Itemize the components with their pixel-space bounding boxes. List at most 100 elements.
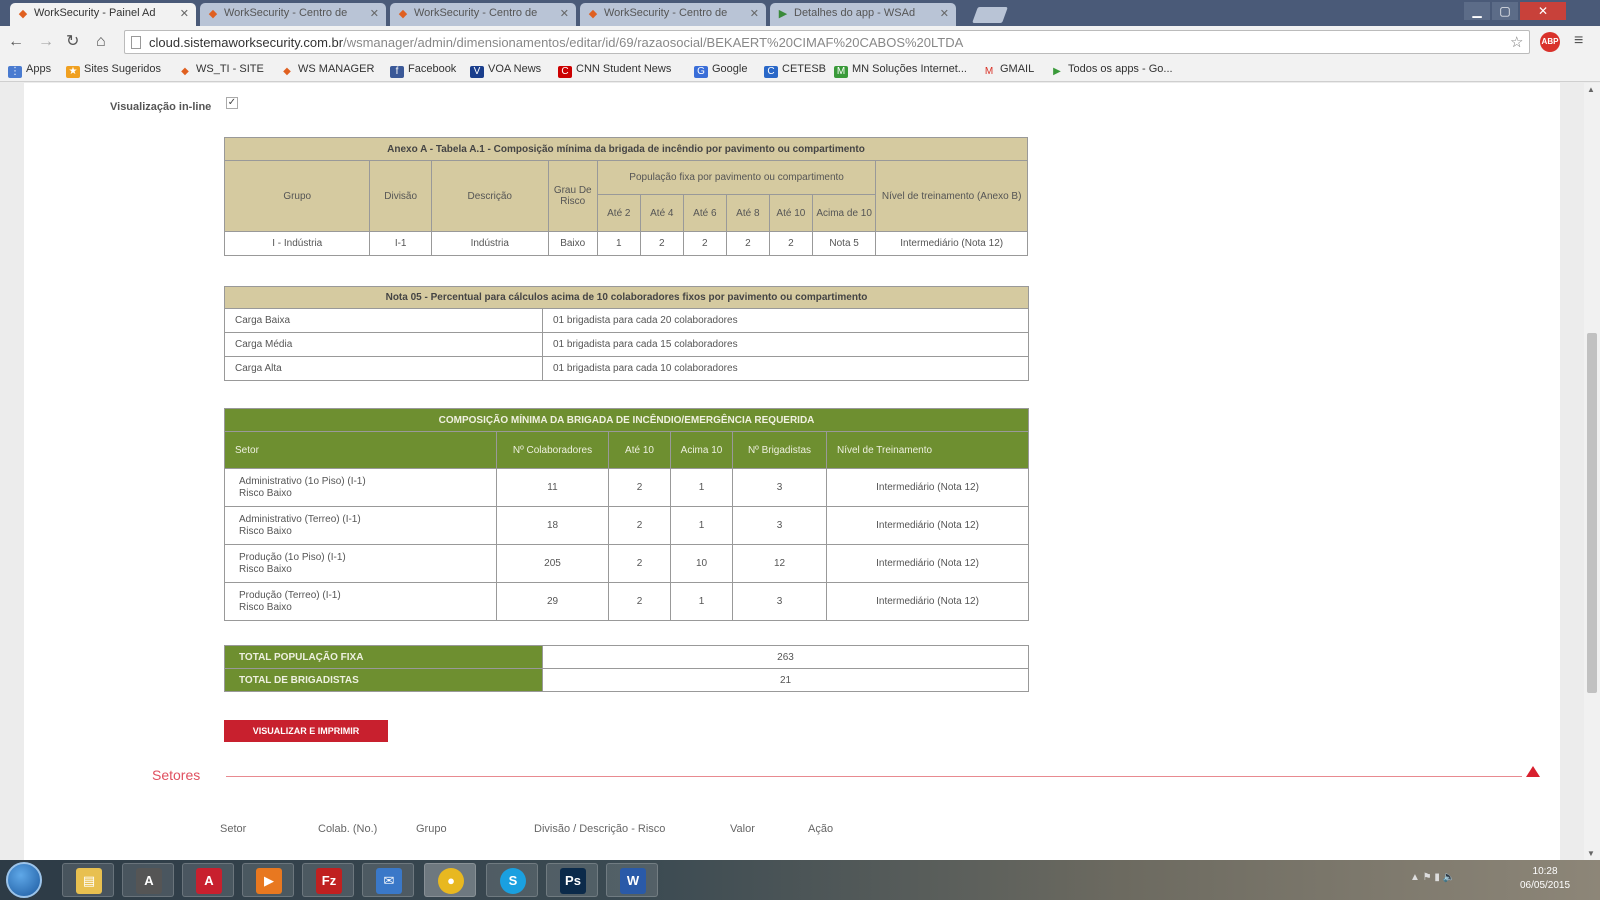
- visualizacao-inline-checkbox[interactable]: ✓: [226, 97, 238, 109]
- bookmark-ws-manager[interactable]: ◆ WS MANAGER: [280, 63, 374, 78]
- taskbar-clock[interactable]: 10:28 06/05/2015: [1520, 865, 1570, 893]
- cell-ate10: 2: [608, 506, 671, 545]
- bookmark-apps[interactable]: ⋮ Apps: [8, 63, 51, 78]
- col-header-grupo[interactable]: Grupo: [416, 823, 447, 835]
- taskbar-skype[interactable]: S: [486, 863, 538, 897]
- table-row: Carga Alta 01 brigadista para cada 10 co…: [224, 356, 1029, 381]
- extension-badge-icon[interactable]: ABP: [1540, 32, 1560, 52]
- totals-table: TOTAL POPULAÇÃO FIXA 263 TOTAL DE BRIGAD…: [224, 645, 1029, 692]
- col-header-valor[interactable]: Valor: [730, 823, 755, 835]
- table-row: Produção (Terreo) (I-1) Risco Baixo 29 2 …: [224, 582, 1030, 621]
- bookmark-todos-apps[interactable]: ▶ Todos os apps - Go...: [1050, 63, 1172, 78]
- cell-brigadistas: 12: [732, 544, 827, 583]
- scroll-down-icon[interactable]: ▼: [1587, 849, 1595, 858]
- col-header-setor[interactable]: Setor: [220, 823, 246, 835]
- tab-title: WorkSecurity - Centro de: [604, 7, 728, 19]
- close-tab-icon[interactable]: ✕: [940, 7, 949, 20]
- table-row: I - Indústria I-1 Indústria Baixo 1 2 2 …: [223, 231, 1028, 256]
- page-content: Visualização in-line ✓ Anexo A - Tabela …: [24, 83, 1560, 860]
- bookmark-cetesb[interactable]: C CETESB: [764, 63, 826, 78]
- visualizar-imprimir-button[interactable]: VISUALIZAR E IMPRIMIR: [224, 720, 388, 742]
- setor-risco: Risco Baixo: [239, 563, 292, 575]
- bookmark-gmail[interactable]: M GMAIL: [982, 63, 1034, 78]
- maximize-window-icon[interactable]: ▢: [1492, 2, 1518, 20]
- carga-label: Carga Baixa: [224, 308, 543, 333]
- clock-date: 06/05/2015: [1520, 880, 1571, 891]
- col-header-ate10: Até 10: [768, 194, 813, 232]
- taskbar-word[interactable]: W: [606, 863, 658, 897]
- taskbar-acrobat[interactable]: A: [182, 863, 234, 897]
- facebook-icon: f: [390, 66, 404, 78]
- col-header-ate8: Até 8: [725, 194, 770, 232]
- reload-icon[interactable]: ↻: [66, 32, 79, 52]
- browser-tab-1[interactable]: ◆ WorkSecurity - Painel Ad ✕: [10, 3, 196, 26]
- nota-05-table: Nota 05 - Percentual para cálculos acima…: [224, 286, 1029, 381]
- bookmark-facebook[interactable]: f Facebook: [390, 63, 456, 78]
- setor-name: Administrativo (1o Piso) (I-1): [239, 475, 366, 487]
- col-header-acima10: Acima de 10: [811, 194, 877, 232]
- section-divider: [226, 776, 1522, 777]
- taskbar-filezilla[interactable]: Fz: [302, 863, 354, 897]
- cell-colaboradores: 11: [496, 468, 609, 507]
- minimize-window-icon[interactable]: ▁: [1464, 2, 1490, 20]
- folder-icon: ▤: [76, 868, 102, 894]
- taskbar-acrobat-reader[interactable]: A: [122, 863, 174, 897]
- col-header-colab[interactable]: Colab. (No.): [318, 823, 377, 835]
- close-tab-icon[interactable]: ✕: [560, 7, 569, 20]
- browser-tab-2[interactable]: ◆ WorkSecurity - Centro de ✕: [200, 3, 386, 26]
- taskbar-explorer[interactable]: ▤: [62, 863, 114, 897]
- col-header-descricao: Descrição: [430, 160, 549, 232]
- col-header-acao[interactable]: Ação: [808, 823, 833, 835]
- composicao-brigada-table: COMPOSIÇÃO MÍNIMA DA BRIGADA DE INCÊNDIO…: [223, 408, 1030, 621]
- forward-arrow-icon[interactable]: →: [38, 32, 54, 52]
- new-tab-button[interactable]: [972, 7, 1008, 23]
- browser-tab-5[interactable]: ▶ Detalhes do app - WSAd ✕: [770, 3, 956, 26]
- taskbar-photoshop[interactable]: Ps: [546, 863, 598, 897]
- bookmark-mn-solucoes[interactable]: M MN Soluções Internet...: [834, 63, 967, 78]
- total-brigadistas-value: 21: [542, 668, 1029, 692]
- close-tab-icon[interactable]: ✕: [750, 7, 759, 20]
- bookmark-ws-ti-site[interactable]: ◆ WS_TI - SITE: [178, 63, 264, 78]
- setor-risco: Risco Baixo: [239, 525, 292, 537]
- bookmark-sites-sugeridos[interactable]: ★ Sites Sugeridos: [66, 63, 161, 78]
- cell-ate10: 2: [608, 468, 671, 507]
- bookmark-voa-news[interactable]: V VOA News: [470, 63, 541, 78]
- table-row: Carga Baixa 01 brigadista para cada 20 c…: [224, 308, 1029, 333]
- scroll-up-icon[interactable]: ▲: [1587, 85, 1595, 94]
- address-bar-row: ← → ↻ ⌂ cloud.sistemaworksecurity.com.br…: [0, 26, 1600, 58]
- taskbar-media-player[interactable]: ▶: [242, 863, 294, 897]
- scrollbar-thumb[interactable]: [1587, 333, 1597, 693]
- start-button-icon[interactable]: [6, 862, 42, 898]
- taskbar-thunderbird[interactable]: ✉: [362, 863, 414, 897]
- system-tray-icons[interactable]: ▲ ⚑ ▮ 🔈: [1410, 872, 1455, 883]
- close-window-icon[interactable]: ✕: [1520, 2, 1566, 20]
- url-input[interactable]: cloud.sistemaworksecurity.com.br/wsmanag…: [124, 30, 1530, 54]
- worksecurity-favicon-icon: ◆: [18, 8, 28, 20]
- taskbar-chrome[interactable]: ●: [424, 863, 476, 897]
- close-tab-icon[interactable]: ✕: [370, 7, 379, 20]
- cell-ate8: 2: [725, 231, 770, 256]
- cell-nivel: Intermediário (Nota 12): [825, 468, 1030, 507]
- cell-setor: Administrativo (1o Piso) (I-1) Risco Baix…: [224, 468, 497, 507]
- back-arrow-icon[interactable]: ←: [8, 32, 24, 52]
- col-header-ate6: Até 6: [682, 194, 727, 232]
- browser-menu-icon[interactable]: ≡: [1574, 32, 1583, 50]
- cell-nivel: Intermediário (Nota 12): [825, 582, 1030, 621]
- cell-nivel: Intermediário (Nota 12): [825, 544, 1030, 583]
- bookmark-star-icon[interactable]: ☆: [1510, 33, 1523, 51]
- bookmark-google[interactable]: G Google: [694, 63, 747, 78]
- collapse-arrow-icon[interactable]: [1526, 766, 1540, 777]
- cell-colaboradores: 29: [496, 582, 609, 621]
- page-scrollbar[interactable]: ▲ ▼: [1584, 83, 1600, 860]
- browser-tab-4[interactable]: ◆ WorkSecurity - Centro de ✕: [580, 3, 766, 26]
- cell-descricao: Indústria: [430, 231, 549, 256]
- worksecurity-icon: ◆: [181, 66, 189, 77]
- col-header-divisao[interactable]: Divisão / Descrição - Risco: [534, 823, 665, 835]
- close-tab-icon[interactable]: ✕: [180, 7, 189, 20]
- browser-tab-3[interactable]: ◆ WorkSecurity - Centro de ✕: [390, 3, 576, 26]
- cell-acima10: 1: [670, 468, 733, 507]
- col-header-brigadistas: Nº Brigadistas: [732, 431, 827, 469]
- photoshop-icon: Ps: [560, 868, 586, 894]
- bookmark-cnn-student-news[interactable]: C CNN Student News: [558, 63, 671, 78]
- home-icon[interactable]: ⌂: [96, 32, 106, 52]
